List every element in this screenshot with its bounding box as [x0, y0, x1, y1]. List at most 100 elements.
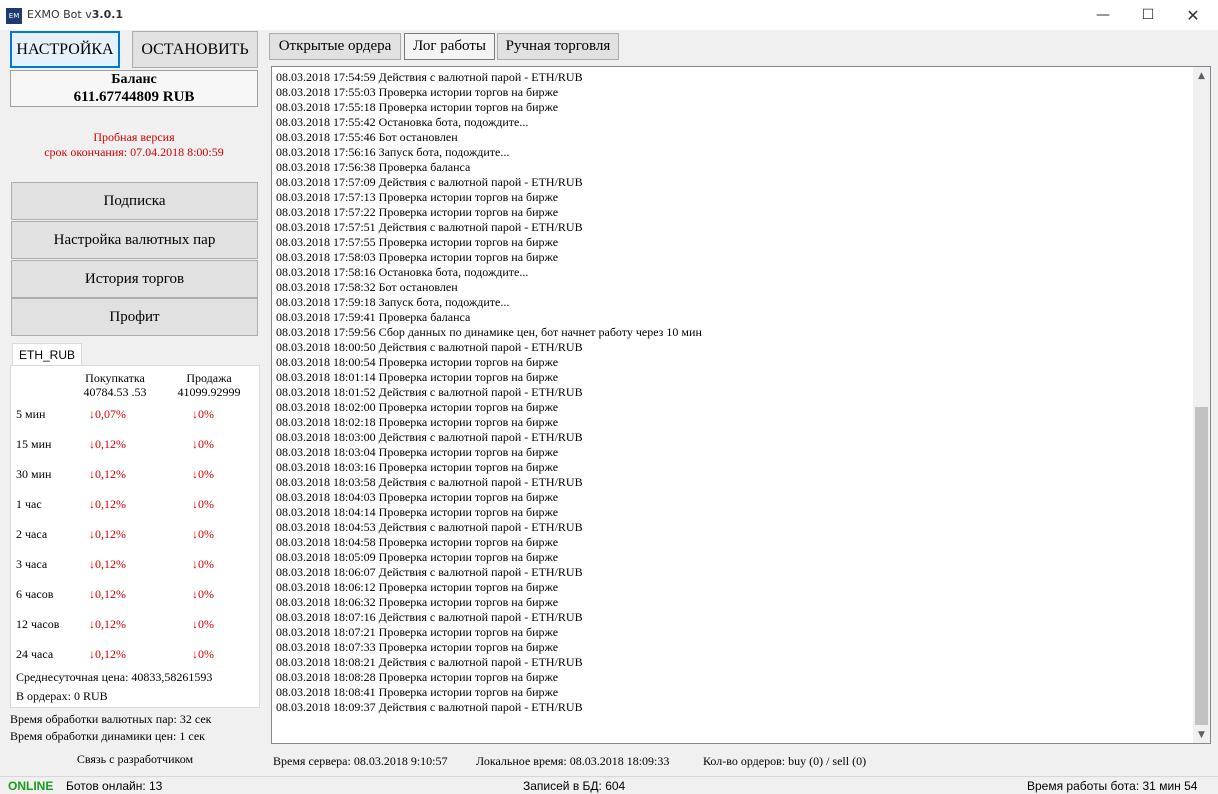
buy-header: Покупкатка 40784.53 .53	[77, 371, 153, 399]
scroll-down-icon[interactable]: ▼	[1193, 726, 1210, 743]
log-line: 08.03.2018 17:57:55 Проверка истории тор…	[276, 235, 559, 249]
log-line: 08.03.2018 18:08:28 Проверка истории тор…	[276, 670, 559, 684]
sell-change: ↓0%	[192, 437, 214, 451]
sell-change: ↓0%	[192, 557, 214, 571]
log-line: 08.03.2018 18:05:09 Проверка истории тор…	[276, 550, 559, 564]
buy-change: ↓0,12%	[89, 587, 126, 601]
dynamics-processing-time: Время обработки динамики цен: 1 сек	[10, 729, 205, 743]
interval-label: 3 часа	[16, 557, 48, 571]
log-line: 08.03.2018 17:57:51 Действия с валютной …	[276, 220, 583, 234]
interval-label: 6 часов	[16, 587, 54, 601]
minimize-button[interactable]: —	[1080, 0, 1126, 30]
status-bar: ONLINE Ботов онлайн: 13 Записей в БД: 60…	[0, 776, 1218, 794]
log-line: 08.03.2018 18:08:41 Проверка истории тор…	[276, 685, 559, 699]
pairs-processing-time: Время обработки валютных пар: 32 сек	[10, 712, 212, 726]
scroll-up-icon[interactable]: ▲	[1193, 67, 1210, 84]
log-line: 08.03.2018 18:01:14 Проверка истории тор…	[276, 370, 559, 384]
sell-change: ↓0%	[192, 527, 214, 541]
log-line: 08.03.2018 18:04:58 Проверка истории тор…	[276, 535, 559, 549]
log-line: 08.03.2018 17:57:13 Проверка истории тор…	[276, 190, 559, 204]
app-icon: EM	[6, 8, 22, 24]
buy-change: ↓0,12%	[89, 557, 126, 571]
sell-change: ↓0%	[192, 467, 214, 481]
log-line: 08.03.2018 18:00:50 Действия с валютной …	[276, 340, 583, 354]
buy-change: ↓0,12%	[89, 497, 126, 511]
log-line: 08.03.2018 17:54:59 Действия с валютной …	[276, 70, 583, 84]
log-line: 08.03.2018 18:00:54 Проверка истории тор…	[276, 355, 559, 369]
log-line: 08.03.2018 18:03:58 Действия с валютной …	[276, 475, 583, 489]
trade-history-button[interactable]: История торгов	[11, 260, 258, 298]
server-time: Время сервера: 08.03.2018 9:10:57	[273, 754, 448, 768]
trial-title: Пробная версия	[93, 130, 175, 144]
log-line: 08.03.2018 18:02:00 Проверка истории тор…	[276, 400, 559, 414]
log-line: 08.03.2018 18:08:21 Действия с валютной …	[276, 655, 583, 669]
orders-count: Кол-во ордеров: buy (0) / sell (0)	[703, 754, 867, 768]
buy-label: Покупкатка	[85, 371, 145, 385]
tab-open-orders[interactable]: Открытые ордера	[269, 33, 401, 60]
log-line: 08.03.2018 18:02:18 Проверка истории тор…	[276, 415, 559, 429]
interval-label: 30 мин	[16, 467, 52, 481]
profit-button[interactable]: Профит	[11, 298, 258, 336]
online-status: ONLINE	[8, 779, 54, 793]
log-scrollbar[interactable]: ▲ ▼	[1193, 67, 1210, 743]
tab-manual-trading[interactable]: Ручная торговля	[497, 33, 619, 60]
log-line: 08.03.2018 17:55:42 Остановка бота, подо…	[276, 115, 529, 129]
buy-change: ↓0,12%	[89, 437, 126, 451]
bots-online: Ботов онлайн: 13	[66, 779, 163, 793]
local-time: Локальное время: 08.03.2018 18:09:33	[476, 754, 670, 768]
log-line: 08.03.2018 17:58:03 Проверка истории тор…	[276, 250, 559, 264]
avg-price: Среднесуточная цена: 40833,58261593	[16, 670, 213, 684]
buy-price: 40784.53 .53	[83, 385, 147, 399]
log-line: 08.03.2018 18:03:04 Проверка истории тор…	[276, 445, 559, 459]
log-line: 08.03.2018 17:55:03 Проверка истории тор…	[276, 85, 559, 99]
log-line: 08.03.2018 18:07:16 Действия с валютной …	[276, 610, 583, 624]
version-label: 3.0.1	[91, 8, 124, 21]
interval-label: 15 мин	[16, 437, 52, 451]
close-button[interactable]: ✕	[1170, 0, 1216, 30]
pair-stats-panel: Покупкатка 40784.53 .53 Продажа 41099.92…	[10, 365, 260, 708]
buy-change: ↓0,12%	[89, 467, 126, 481]
sell-change: ↓0%	[192, 647, 214, 661]
buy-change: ↓0,07%	[89, 407, 126, 421]
log-line: 08.03.2018 17:59:41 Проверка баланса	[276, 310, 471, 324]
log-line: 08.03.2018 17:57:22 Проверка истории тор…	[276, 205, 559, 219]
log-line: 08.03.2018 17:55:18 Проверка истории тор…	[276, 100, 559, 114]
log-line: 08.03.2018 17:56:38 Проверка баланса	[276, 160, 471, 174]
log-line: 08.03.2018 18:09:37 Действия с валютной …	[276, 700, 583, 714]
tab-eth-rub[interactable]: ETH_RUB	[12, 343, 82, 366]
log-line: 08.03.2018 17:59:56 Сбор данных по динам…	[276, 325, 702, 339]
log-line: 08.03.2018 18:04:03 Проверка истории тор…	[276, 490, 559, 504]
settings-button[interactable]: НАСТРОЙКА	[10, 31, 120, 68]
subscription-button[interactable]: Подписка	[11, 182, 258, 220]
trial-notice: Пробная версия срок окончания: 07.04.201…	[10, 130, 258, 160]
title-bar: EM EXMO Bot v3.0.1 — ☐ ✕	[0, 0, 1218, 30]
tab-work-log[interactable]: Лог работы	[404, 33, 495, 60]
log-line: 08.03.2018 17:59:18 Запуск бота, подожди…	[276, 295, 510, 309]
log-line: 08.03.2018 18:04:14 Проверка истории тор…	[276, 505, 559, 519]
log-line: 08.03.2018 18:07:33 Проверка истории тор…	[276, 640, 559, 654]
interval-label: 24 часа	[16, 647, 54, 661]
log-lines: 08.03.2018 17:54:59 Действия с валютной …	[276, 70, 1188, 740]
log-line: 08.03.2018 18:03:16 Проверка истории тор…	[276, 460, 559, 474]
log-line: 08.03.2018 17:58:16 Остановка бота, подо…	[276, 265, 529, 279]
log-line: 08.03.2018 18:01:52 Действия с валютной …	[276, 385, 583, 399]
log-line: 08.03.2018 18:03:00 Действия с валютной …	[276, 430, 583, 444]
currency-pairs-settings-button[interactable]: Настройка валютных пар	[11, 221, 258, 259]
maximize-button[interactable]: ☐	[1125, 0, 1171, 30]
db-records: Записей в БД: 604	[523, 779, 626, 793]
trial-expiry: срок окончания: 07.04.2018 8:00:59	[44, 145, 224, 159]
log-line: 08.03.2018 18:06:32 Проверка истории тор…	[276, 595, 559, 609]
stop-button[interactable]: ОСТАНОВИТЬ	[132, 31, 258, 68]
scroll-thumb[interactable]	[1195, 407, 1208, 725]
sell-header: Продажа 41099.92999	[171, 371, 247, 399]
buy-change: ↓0,12%	[89, 527, 126, 541]
work-log[interactable]: 08.03.2018 17:54:59 Действия с валютной …	[271, 66, 1211, 744]
bot-uptime: Время работы бота: 31 мин 54 сек	[1027, 779, 1198, 794]
contact-developer-link[interactable]: Связь с разработчиком	[10, 752, 260, 767]
interval-label: 5 мин	[16, 407, 46, 421]
balance-box: Баланс 611.67744809 RUB	[10, 70, 258, 107]
log-line: 08.03.2018 18:06:07 Действия с валютной …	[276, 565, 583, 579]
log-line: 08.03.2018 18:04:53 Действия с валютной …	[276, 520, 583, 534]
log-line: 08.03.2018 17:58:32 Бот остановлен	[276, 280, 458, 294]
log-line: 08.03.2018 17:55:46 Бот остановлен	[276, 130, 458, 144]
